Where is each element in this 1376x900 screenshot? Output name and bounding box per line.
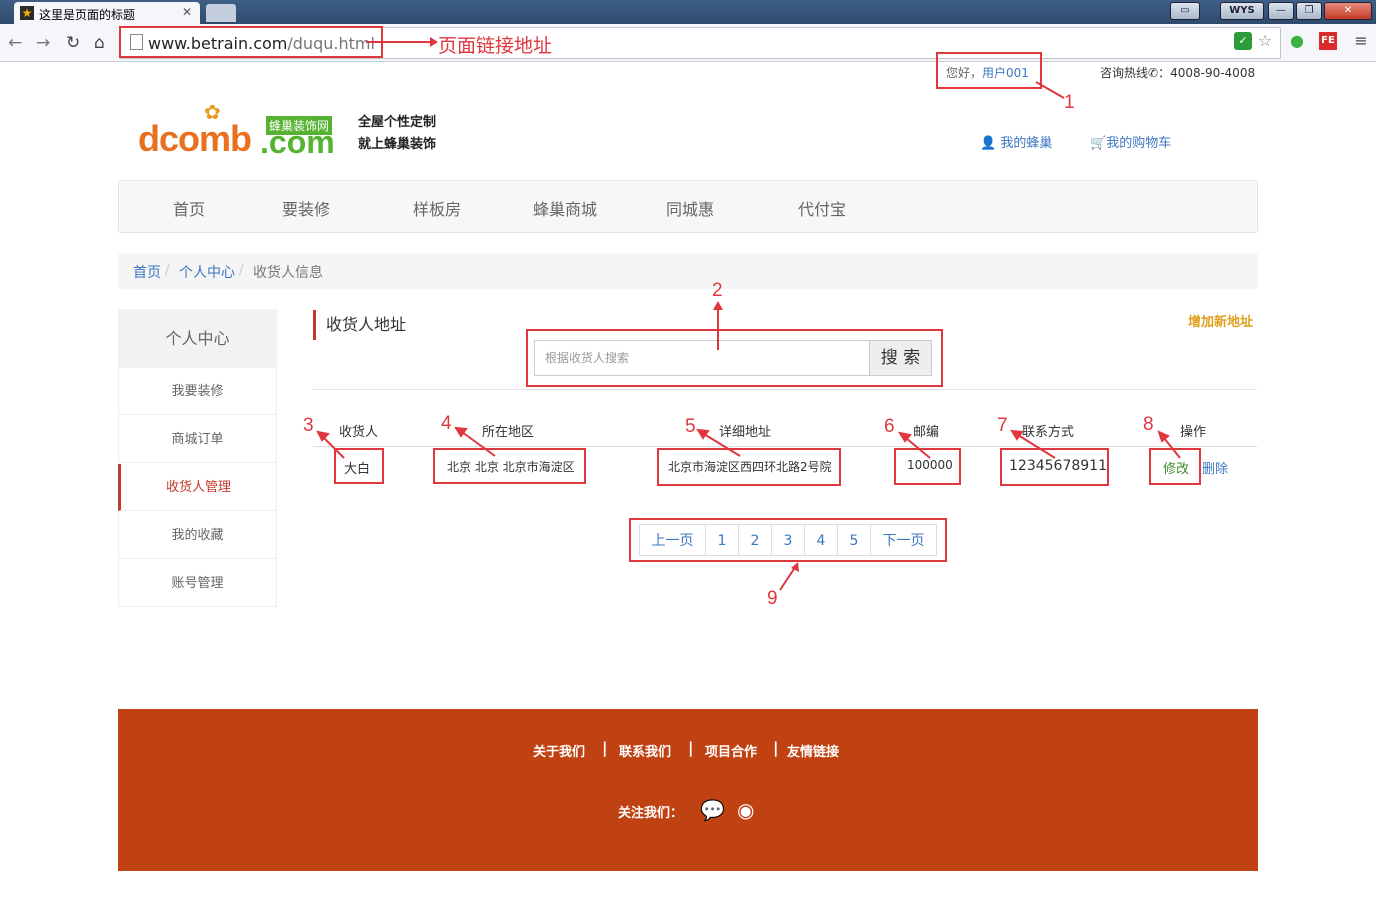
hotline: 咨询热线✆：4008-90-4008 — [1100, 66, 1256, 80]
footer-link-friends[interactable]: 友情链接 — [787, 741, 839, 760]
close-icon[interactable]: ✕ — [182, 5, 192, 19]
nav-item-showroom[interactable]: 样板房 — [413, 196, 461, 220]
nav-item-home[interactable]: 首页 — [173, 196, 205, 220]
user-icon: 👤 — [980, 136, 997, 151]
add-address-link[interactable]: 增加新地址 — [1188, 311, 1253, 330]
star-icon: ★ — [20, 6, 34, 20]
browser-tab[interactable]: ★ 这里是页面的标题 ✕ — [14, 2, 200, 24]
window-close-button[interactable]: ✕ — [1324, 2, 1372, 20]
forward-icon[interactable]: → — [36, 33, 50, 53]
nav-item-renovate[interactable]: 要装修 — [282, 196, 330, 220]
maximize-button[interactable]: ❐ — [1296, 2, 1322, 20]
back-icon[interactable]: ← — [8, 33, 22, 53]
site-logo[interactable]: ✿ dcomb 蜂巢装饰网 .com — [136, 100, 356, 160]
breadcrumb-separator: / — [165, 262, 170, 278]
nav-item-mall[interactable]: 蜂巢商城 — [533, 196, 597, 220]
new-tab-button[interactable] — [206, 4, 236, 22]
reload-icon[interactable]: ↻ — [66, 33, 80, 53]
profile-button[interactable]: WYS — [1220, 2, 1264, 20]
annotation-box-2 — [526, 329, 943, 387]
annotation-box-1 — [936, 52, 1042, 89]
annotation-url-label: 页面链接地址 — [438, 36, 553, 57]
footer — [118, 709, 1258, 871]
annotation-label-1: 1 — [1064, 92, 1075, 113]
annotation-arrow-9 — [779, 562, 799, 591]
star-bookmark-icon[interactable]: ☆ — [1256, 32, 1274, 50]
annotation-arrow-url — [366, 37, 438, 47]
annotation-arrows-3-8 — [316, 426, 1181, 459]
home-icon[interactable]: ⌂ — [94, 33, 105, 53]
follow-us-label: 关注我们： — [618, 806, 684, 821]
annotation-label-2: 2 — [712, 280, 723, 301]
breadcrumb-current: 收货人信息 — [253, 265, 323, 281]
sidebar-item-orders[interactable]: 商城订单 — [118, 416, 277, 463]
wechat-icon[interactable]: 💬 — [700, 798, 725, 822]
sidebar-item-favorites[interactable]: 我的收藏 — [118, 512, 277, 559]
menu-icon[interactable]: ≡ — [1352, 32, 1370, 50]
footer-link-contact[interactable]: 联系我们 — [619, 741, 671, 760]
footer-link-cooperation[interactable]: 项目合作 — [705, 741, 757, 760]
cart-icon: 🛒 — [1090, 136, 1107, 151]
divider — [313, 389, 1257, 390]
annotation-box-url — [119, 26, 383, 58]
sidebar-item-account[interactable]: 账号管理 — [118, 560, 277, 607]
my-honeycomb-link[interactable]: 👤 我的蜂巢 — [980, 132, 1052, 151]
weibo-icon[interactable]: ◉ — [737, 798, 754, 822]
annotation-label-9: 9 — [767, 588, 778, 609]
shield-icon[interactable]: ✓ — [1234, 32, 1252, 50]
delete-link[interactable]: 删除 — [1202, 458, 1228, 477]
window-menu-button[interactable]: ▭ — [1170, 2, 1200, 20]
nav-item-local-deals[interactable]: 同城惠 — [666, 196, 714, 220]
tab-title: 这里是页面的标题 — [39, 8, 136, 22]
sidebar-title: 个人中心 — [118, 309, 277, 368]
nav-item-payment[interactable]: 代付宝 — [798, 196, 846, 220]
section-title: 收货人地址 — [313, 310, 406, 340]
annotation-arrow-2 — [713, 301, 723, 350]
breadcrumb-home[interactable]: 首页 — [133, 262, 161, 282]
fe-extension-icon[interactable]: FE — [1319, 32, 1337, 50]
footer-separator: | — [688, 739, 694, 757]
footer-link-about[interactable]: 关于我们 — [533, 741, 585, 760]
my-cart-link[interactable]: 🛒我的购物车 — [1090, 132, 1171, 151]
footer-separator: | — [602, 739, 608, 757]
phone-icon: ✆ — [1148, 66, 1159, 80]
annotation-box-9 — [629, 518, 947, 562]
sidebar-item-renovate[interactable]: 我要装修 — [118, 368, 277, 415]
footer-separator: | — [773, 739, 779, 757]
breadcrumb-center[interactable]: 个人中心 — [179, 262, 235, 282]
sidebar-item-consignee[interactable]: 收货人管理 — [118, 464, 277, 511]
breadcrumb-separator: / — [239, 262, 244, 278]
minimize-button[interactable]: — — [1268, 2, 1294, 20]
slogan: 全屋个性定制 就上蜂巢装饰 — [358, 115, 437, 152]
extension-icon[interactable]: ● — [1288, 32, 1306, 50]
